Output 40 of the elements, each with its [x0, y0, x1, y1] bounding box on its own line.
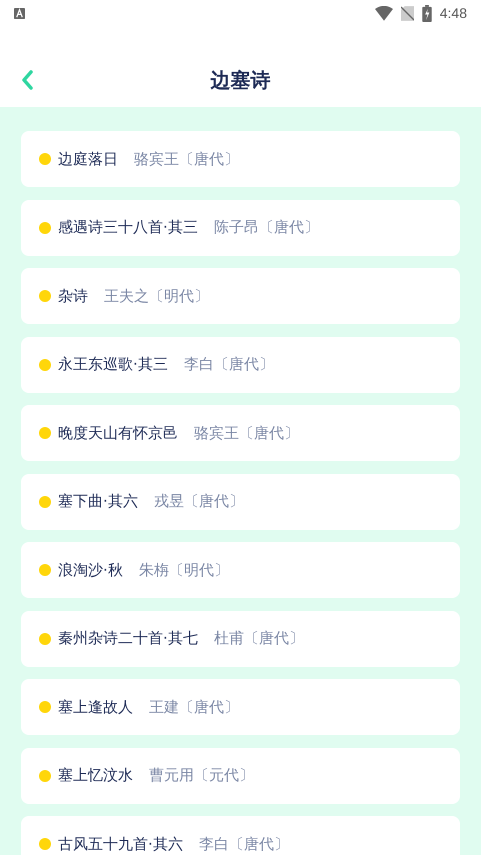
poem-title: 感遇诗三十八首·其三	[58, 218, 198, 237]
poem-title: 永王东巡歌·其三	[58, 355, 168, 374]
back-icon	[21, 70, 33, 90]
poem-title: 塞上逢故人	[58, 698, 133, 716]
poem-author: 朱栴〔明代〕	[138, 560, 229, 580]
notification-icon	[14, 8, 25, 18]
poem-author: 戎昱〔唐代〕	[154, 492, 244, 511]
poem-card[interactable]: 秦州杂诗二十首·其七 杜甫〔唐代〕	[21, 610, 460, 666]
poem-card[interactable]: 浪淘沙·秋 朱栴〔明代〕	[21, 542, 460, 598]
wifi-icon	[374, 6, 393, 20]
page-title: 边塞诗	[210, 67, 270, 94]
poem-author: 王建〔唐代〕	[149, 698, 239, 716]
poem-title: 秦州杂诗二十首·其七	[58, 629, 198, 648]
poem-author: 李白〔唐代〕	[198, 834, 289, 854]
poem-title: 边庭落日	[58, 150, 118, 168]
poem-title: 塞下曲·其六	[58, 492, 138, 511]
poem-card[interactable]: 杂诗 王夫之〔明代〕	[21, 268, 460, 324]
poem-author: 李白〔唐代〕	[184, 355, 274, 374]
poem-card[interactable]: 边庭落日 骆宾王〔唐代〕	[21, 131, 460, 187]
status-time: 4:48	[440, 5, 467, 21]
poem-author: 王夫之〔明代〕	[104, 286, 209, 306]
poem-card[interactable]: 永王东巡歌·其三 李白〔唐代〕	[21, 336, 460, 392]
no-sim-icon	[400, 6, 414, 20]
poem-title: 杂诗	[58, 286, 88, 306]
battery-icon	[422, 4, 432, 22]
poem-author: 陈子昂〔唐代〕	[214, 218, 319, 237]
poem-card[interactable]: 塞下曲·其六 戎昱〔唐代〕	[21, 474, 460, 530]
poem-card[interactable]: 塞上逢故人 王建〔唐代〕	[21, 679, 460, 735]
poem-card[interactable]: 晚度天山有怀京邑 骆宾王〔唐代〕	[21, 405, 460, 461]
poem-card[interactable]: 塞上忆汶水 曹元用〔元代〕	[21, 748, 460, 804]
poem-author: 曹元用〔元代〕	[149, 766, 254, 785]
poem-card[interactable]: 感遇诗三十八首·其三 陈子昂〔唐代〕	[21, 200, 460, 256]
poem-author: 骆宾王〔唐代〕	[194, 424, 299, 442]
poem-card[interactable]: 古风五十九首·其六 李白〔唐代〕	[21, 816, 460, 855]
poem-author: 杜甫〔唐代〕	[214, 629, 304, 648]
poem-title: 古风五十九首·其六	[58, 834, 183, 854]
poem-title: 晚度天山有怀京邑	[58, 424, 178, 442]
poem-author: 骆宾王〔唐代〕	[134, 150, 239, 168]
poem-title: 塞上忆汶水	[58, 766, 133, 785]
poem-title: 浪淘沙·秋	[58, 560, 123, 580]
